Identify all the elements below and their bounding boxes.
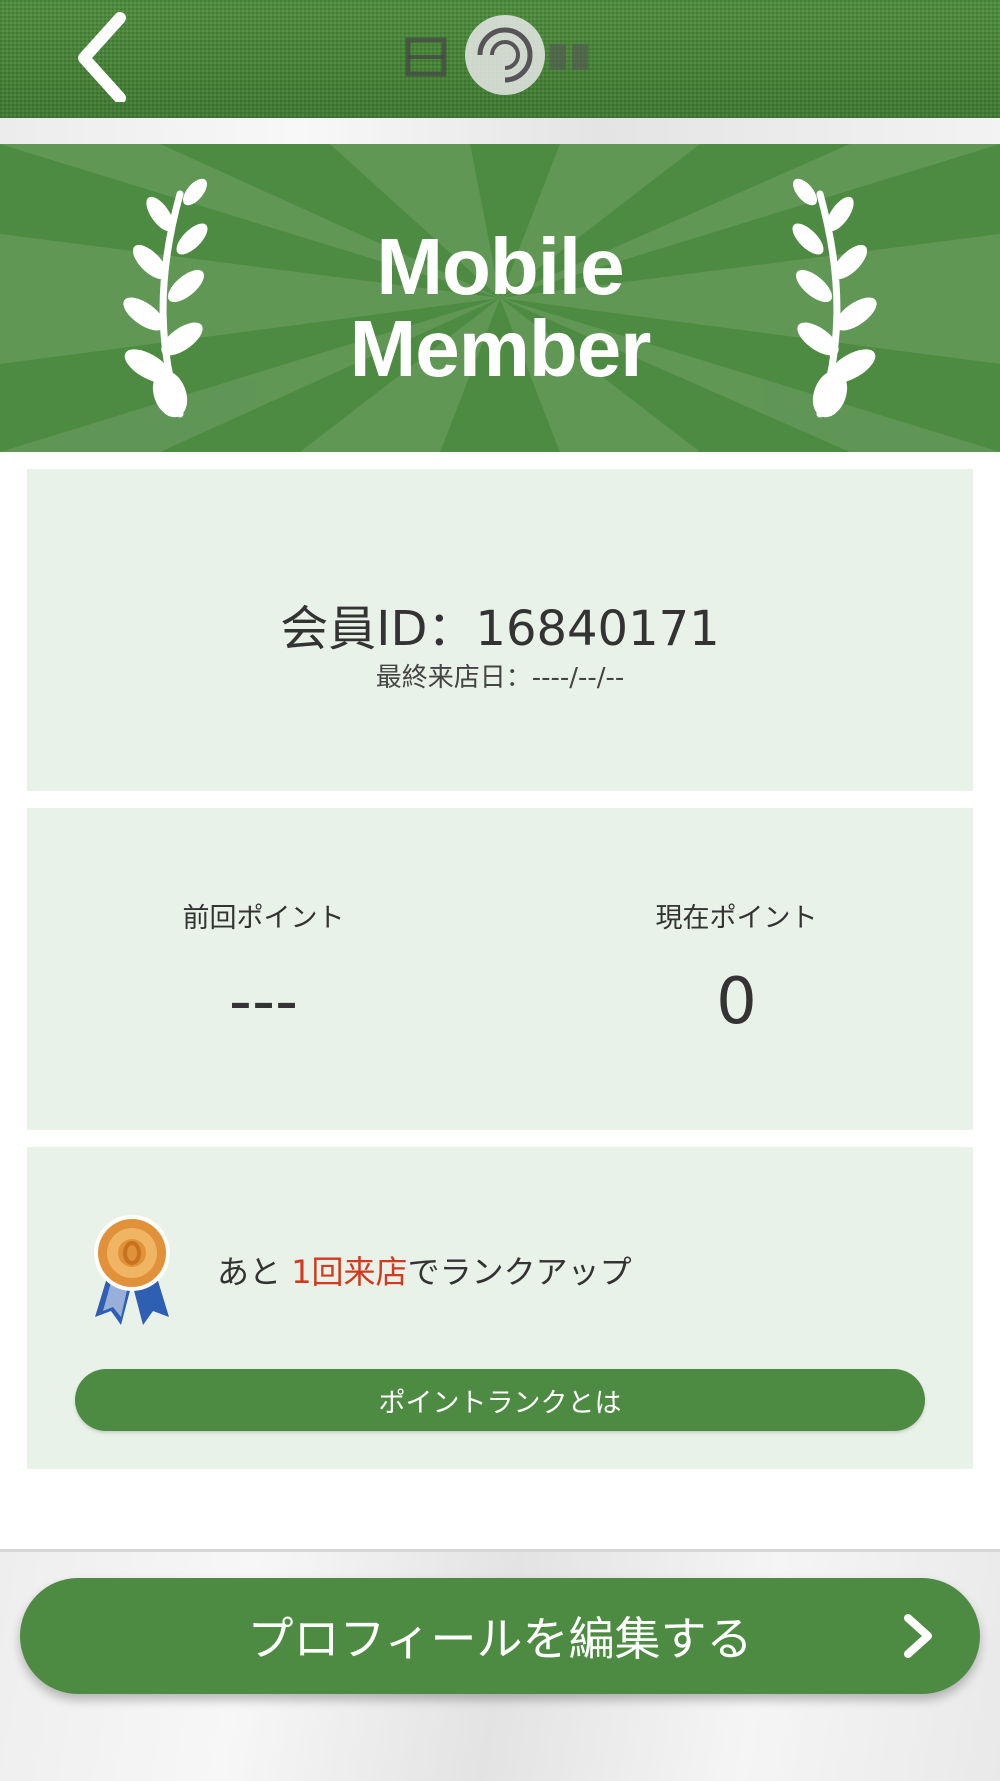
footer-bar: プロフィールを編集する bbox=[0, 1549, 1000, 1781]
point-rank-info-button[interactable]: ポイントランクとは bbox=[75, 1369, 925, 1431]
rank-suffix: でランクアップ bbox=[407, 1253, 632, 1291]
previous-points: 前回ポイント --- bbox=[27, 896, 500, 1039]
current-points: 現在ポイント 0 bbox=[500, 896, 973, 1039]
current-points-value: 0 bbox=[716, 965, 757, 1039]
rank-visits-remaining: 1回来店 bbox=[291, 1253, 408, 1291]
member-id: 会員ID：16840171 bbox=[280, 601, 720, 657]
chevron-left-icon bbox=[78, 12, 126, 102]
edit-profile-button[interactable]: プロフィールを編集する bbox=[20, 1578, 980, 1694]
bronze-medal-icon bbox=[94, 1215, 170, 1325]
back-button[interactable] bbox=[62, 10, 142, 102]
edit-profile-label: プロフィールを編集する bbox=[247, 1612, 753, 1666]
rank-up-message: あと 1回来店でランクアップ bbox=[217, 1247, 632, 1293]
app-header bbox=[0, 0, 1000, 120]
last-visit-date: 最終来店日：----/--/-- bbox=[375, 663, 625, 693]
member-info-card: 会員ID：16840171 最終来店日：----/--/-- bbox=[27, 469, 973, 791]
laurel-icon bbox=[792, 178, 877, 418]
chevron-right-icon bbox=[904, 1614, 932, 1658]
rank-prefix: あと bbox=[217, 1253, 282, 1291]
header-divider bbox=[0, 118, 1000, 144]
store-logo-icon bbox=[400, 10, 610, 100]
points-card: 前回ポイント --- 現在ポイント 0 bbox=[27, 808, 973, 1130]
rank-card: あと 1回来店でランクアップ ポイントランクとは bbox=[27, 1147, 973, 1469]
previous-points-value: --- bbox=[228, 965, 299, 1039]
previous-points-label: 前回ポイント bbox=[182, 903, 345, 934]
mobile-member-banner: Mobile Member bbox=[0, 144, 1000, 452]
current-points-label: 現在ポイント bbox=[655, 903, 818, 934]
